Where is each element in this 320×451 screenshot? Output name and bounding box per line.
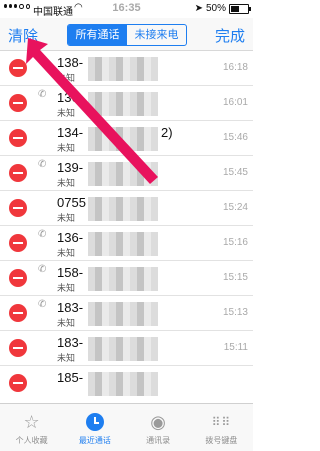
call-number: 158- (57, 265, 84, 280)
call-number: 185- (57, 370, 84, 385)
call-label: 未知 (57, 178, 76, 188)
call-label: 未知 (57, 213, 76, 223)
delete-icon[interactable] (9, 129, 27, 147)
redacted-block (88, 337, 158, 361)
call-label: 未知 (57, 248, 76, 258)
call-number: 0755 (57, 195, 86, 210)
nav-bar: 清除 所有通话 未接来电 完成 (0, 18, 253, 51)
call-time: 15:13 (222, 307, 248, 318)
call-row[interactable]: 0755 未知 15:24 (0, 191, 253, 226)
call-row[interactable]: ✆ 136- 未知 15:16 (0, 226, 253, 261)
outgoing-phone-icon: ✆ (38, 264, 47, 275)
call-label: 未知 (57, 73, 76, 83)
battery-icon (229, 3, 251, 14)
call-filter-segmented: 所有通话 未接来电 (67, 24, 187, 46)
call-count: 2) (161, 125, 173, 140)
call-time: 15:46 (222, 132, 248, 143)
status-bar: 中国联通 ◠ 16:35 ➤ 50% (0, 0, 253, 18)
contacts-icon: ◉ (150, 412, 166, 432)
delete-icon[interactable] (9, 374, 27, 392)
delete-icon[interactable] (9, 164, 27, 182)
delete-icon[interactable] (9, 234, 27, 252)
battery-percent: 50% (205, 3, 226, 14)
battery-area: ➤ 50% (194, 3, 251, 14)
tab-keypad[interactable]: ⠿⠿ 拨号键盘 (190, 404, 253, 451)
delete-icon[interactable] (9, 59, 27, 77)
outgoing-phone-icon: ✆ (38, 89, 47, 100)
keypad-icon: ⠿⠿ (211, 415, 232, 429)
tab-all-calls[interactable]: 所有通话 (68, 25, 127, 45)
tab-contacts[interactable]: ◉ 通讯录 (127, 404, 190, 451)
call-row[interactable]: ✆ 139- 未知 15:45 (0, 156, 253, 191)
delete-icon[interactable] (9, 269, 27, 287)
recents-list: 138- 未知 16:18 ✆ 136- 未知 16:01 134- 2) 未知… (0, 51, 253, 400)
delete-icon[interactable] (9, 339, 27, 357)
outgoing-phone-icon: ✆ (38, 159, 47, 170)
call-row[interactable]: 134- 2) 未知 15:46 (0, 121, 253, 156)
call-time: 15:11 (223, 342, 248, 353)
tab-favorites[interactable]: ☆ 个人收藏 (0, 404, 63, 451)
tab-recents[interactable]: 最近通话 (63, 404, 126, 451)
call-time: 16:01 (222, 97, 248, 108)
star-icon: ☆ (23, 412, 40, 432)
call-number: 136- (57, 90, 84, 105)
redacted-block (88, 302, 158, 326)
delete-icon[interactable] (9, 199, 27, 217)
call-row[interactable]: ✆ 183- 未知 15:13 (0, 296, 253, 331)
redacted-block (88, 267, 158, 291)
delete-icon[interactable] (9, 94, 27, 112)
redacted-block (88, 372, 158, 396)
call-time: 15:15 (222, 272, 248, 283)
outgoing-phone-icon: ✆ (38, 229, 47, 240)
call-number: 183- (57, 300, 84, 315)
redacted-block (88, 197, 158, 221)
call-number: 136- (57, 230, 84, 245)
call-label: 未知 (57, 143, 76, 153)
call-number: 139- (57, 160, 84, 175)
call-number: 183- (57, 335, 84, 350)
call-label: 未知 (57, 318, 76, 328)
call-row[interactable]: 183- 未知 15:11 (0, 331, 253, 366)
call-time: 15:45 (222, 167, 248, 178)
redacted-block (88, 57, 158, 81)
redacted-block (88, 232, 158, 256)
call-row[interactable]: 185- (0, 366, 253, 400)
call-time: 16:18 (222, 62, 248, 73)
redacted-block (88, 162, 158, 186)
done-button[interactable]: 完成 (215, 25, 245, 46)
call-row[interactable]: ✆ 158- 未知 15:15 (0, 261, 253, 296)
call-label: 未知 (57, 108, 76, 118)
call-label: 未知 (57, 283, 76, 293)
call-label: 未知 (57, 353, 76, 363)
redacted-block (88, 127, 158, 151)
clock-icon (63, 410, 126, 434)
outgoing-phone-icon: ✆ (38, 299, 47, 310)
call-number: 138- (57, 55, 84, 70)
call-row[interactable]: 138- 未知 16:18 (0, 51, 253, 86)
clear-button[interactable]: 清除 (8, 25, 38, 46)
call-time: 15:24 (222, 202, 248, 213)
call-number: 134- (57, 125, 84, 140)
tab-bar: ☆ 个人收藏 最近通话 ◉ 通讯录 ⠿⠿ 拨号键盘 (0, 403, 253, 451)
tab-missed-calls[interactable]: 未接来电 (127, 25, 186, 45)
redacted-block (88, 92, 158, 116)
call-time: 15:16 (222, 237, 248, 248)
location-icon: ➤ (194, 3, 203, 14)
delete-icon[interactable] (9, 304, 27, 322)
call-row[interactable]: ✆ 136- 未知 16:01 (0, 86, 253, 121)
